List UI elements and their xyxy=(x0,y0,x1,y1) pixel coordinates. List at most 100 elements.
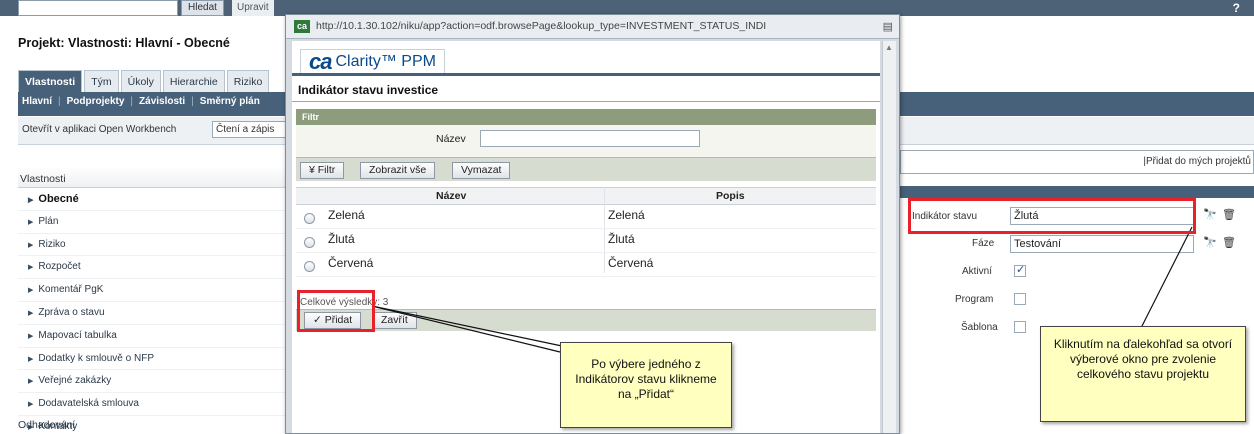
table-header: Název Popis xyxy=(296,187,876,205)
triangle-right-icon: ▶ xyxy=(28,264,34,272)
cell-name: Zelená xyxy=(328,208,365,222)
filter-name-label: Název xyxy=(436,133,466,145)
triangle-right-icon: ▶ xyxy=(28,355,34,363)
product-name: Clarity™ PPM xyxy=(335,52,436,70)
filter-name-input[interactable] xyxy=(480,130,700,147)
program-label: Program xyxy=(955,294,994,305)
show-all-button[interactable]: Zobrazit vše xyxy=(360,162,436,179)
tab-tasks[interactable]: Úkoly xyxy=(120,70,161,92)
binoculars-icon[interactable]: 🔭 xyxy=(1203,208,1217,221)
sub-tabs: Hlavní | Podprojekty | Závislosti | Směrný … xyxy=(22,96,266,107)
cell-name: Žlutá xyxy=(328,232,355,246)
template-checkbox[interactable] xyxy=(1014,321,1026,333)
sub-tab-bar-right xyxy=(900,92,1254,116)
site-icon: ca xyxy=(294,20,310,33)
scroll-up-icon[interactable]: ▲ xyxy=(885,43,893,52)
sidebar-section-estimating[interactable]: Odhadování xyxy=(18,419,75,431)
active-label: Aktivní xyxy=(962,266,993,277)
open-workbench-link[interactable]: Otevřít v aplikaci Open Workbench xyxy=(22,124,176,135)
access-mode-select[interactable]: Čtení a zápis xyxy=(212,121,288,138)
title-divider xyxy=(292,101,880,102)
subtab-dependencies[interactable]: Závislosti xyxy=(139,96,191,107)
binoculars-icon[interactable]: 🔭 xyxy=(1203,236,1217,249)
subtab-subprojects[interactable]: Podprojekty xyxy=(67,96,131,107)
tab-risk[interactable]: Riziko xyxy=(226,70,270,92)
table-row[interactable]: Žlutá Žlutá xyxy=(296,229,876,253)
table-row[interactable]: Zelená Zelená xyxy=(296,205,876,229)
row-radio[interactable] xyxy=(304,213,315,224)
trash-icon[interactable]: 🗑 xyxy=(1222,236,1236,249)
triangle-right-icon: ▶ xyxy=(28,309,34,317)
filter-button-bar: ¥ Filtr Zobrazit vše Vymazat xyxy=(296,157,876,181)
clear-button[interactable]: Vymazat xyxy=(452,162,511,179)
triangle-right-icon: ▶ xyxy=(28,218,34,226)
annotation-highlight-add xyxy=(297,290,375,332)
ca-logo: ca xyxy=(309,48,333,74)
page-title: Projekt: Vlastnosti: Hlavní - Obecné xyxy=(18,36,230,50)
brand-bar: ca Clarity™ PPM xyxy=(292,41,880,74)
callout-binoculars-instruction: Kliknutím na ďalekohľad sa otvorí výbero… xyxy=(1040,326,1246,422)
triangle-right-icon: ▶ xyxy=(28,378,34,386)
active-checkbox[interactable] xyxy=(1014,263,1026,277)
row-radio[interactable] xyxy=(304,237,315,248)
add-to-my-projects-link[interactable]: |Přidat do mých projektů xyxy=(1143,156,1251,167)
tab-team[interactable]: Tým xyxy=(84,70,119,92)
tab-hierarchy[interactable]: Hierarchie xyxy=(162,70,225,92)
subtab-main[interactable]: Hlavní xyxy=(22,96,58,107)
sidebar-item-supplier-contract[interactable]: ▶ Dodavatelská smlouva xyxy=(18,393,290,416)
trash-icon[interactable]: 🗑 xyxy=(1222,208,1236,221)
triangle-right-icon: ▶ xyxy=(28,197,34,204)
column-header-name[interactable]: Název xyxy=(436,190,466,202)
triangle-right-icon: ▶ xyxy=(28,287,34,295)
favorites-bar: |Přidat do mých projektů xyxy=(900,150,1254,174)
sidebar-header: Vlastnosti xyxy=(18,166,290,188)
sidebar: Vlastnosti ▶ Obecné ▶ Plán ▶ Riziko ▶ Rozpoč… xyxy=(18,166,290,434)
sidebar-item-general[interactable]: ▶ Obecné xyxy=(18,188,290,211)
sidebar-item-status-report[interactable]: ▶ Zpráva o stavu xyxy=(18,302,290,325)
phase-field[interactable]: Testování xyxy=(1010,235,1194,253)
filter-button[interactable]: ¥ Filtr xyxy=(300,162,345,179)
column-header-description[interactable]: Popis xyxy=(716,190,745,202)
cell-name: Červená xyxy=(328,256,374,270)
cell-description: Žlutá xyxy=(608,232,635,246)
cell-description: Zelená xyxy=(608,208,645,222)
sidebar-item-mapping-table[interactable]: ▶ Mapovací tabulka xyxy=(18,325,290,348)
triangle-right-icon: ▶ xyxy=(28,332,34,340)
sidebar-item-contract-amendments[interactable]: ▶ Dodatky k smlouvě o NFP xyxy=(18,348,290,371)
main-tabs: Vlastnosti Tým Úkoly Hierarchie Riziko xyxy=(18,70,271,92)
section-header-bar xyxy=(900,186,1254,198)
cell-description: Červená xyxy=(608,256,654,270)
row-radio[interactable] xyxy=(304,261,315,272)
phase-label: Fáze xyxy=(972,238,995,249)
callout-add-instruction: Po výbere jedného z Indikátorov stavu kl… xyxy=(560,342,732,428)
edit-button[interactable]: Upravit xyxy=(232,0,274,16)
popup-title: Indikátor stavu investice xyxy=(298,83,439,97)
sidebar-item-public-procurement[interactable]: ▶ Veřejné zakázky xyxy=(18,370,290,394)
filter-panel: Filtr Název ¥ Filtr Zobrazit vše Vymazat xyxy=(296,109,876,197)
brand-divider xyxy=(292,73,880,76)
popup-scrollbar[interactable]: ▲ xyxy=(882,41,896,433)
brand-box: ca Clarity™ PPM xyxy=(300,48,445,74)
url-text: http://10.1.30.102/niku/app?action=odf.b… xyxy=(316,20,767,32)
table-row[interactable]: Červená Červená xyxy=(296,253,876,277)
sidebar-item-comment[interactable]: ▶ Komentář PgK xyxy=(18,279,290,302)
triangle-right-icon: ▶ xyxy=(28,401,34,409)
triangle-right-icon: ▶ xyxy=(28,241,34,249)
global-search-input[interactable] xyxy=(18,0,178,16)
template-label: Šablona xyxy=(961,322,998,333)
page-icon: ▤ xyxy=(882,21,893,33)
address-bar: ca http://10.1.30.102/niku/app?action=od… xyxy=(286,15,899,39)
sidebar-item-budget[interactable]: ▶ Rozpočet xyxy=(18,256,290,280)
annotation-highlight-status xyxy=(908,198,1196,234)
help-icon[interactable]: ? xyxy=(1233,0,1240,16)
sidebar-item-risk[interactable]: ▶ Riziko xyxy=(18,234,290,257)
bottom-button-bar: ✓ Přidat Zavřít xyxy=(296,309,876,331)
sidebar-item-plan[interactable]: ▶ Plán xyxy=(18,211,290,234)
subtab-baseline[interactable]: Směrný plán xyxy=(200,96,266,107)
filter-header: Filtr xyxy=(296,109,876,125)
program-checkbox[interactable] xyxy=(1014,293,1026,305)
close-button[interactable]: Zavřít xyxy=(372,312,417,329)
action-bar-right xyxy=(900,117,1254,145)
search-button[interactable]: Hledat xyxy=(181,0,224,16)
tab-properties[interactable]: Vlastnosti xyxy=(18,70,83,92)
